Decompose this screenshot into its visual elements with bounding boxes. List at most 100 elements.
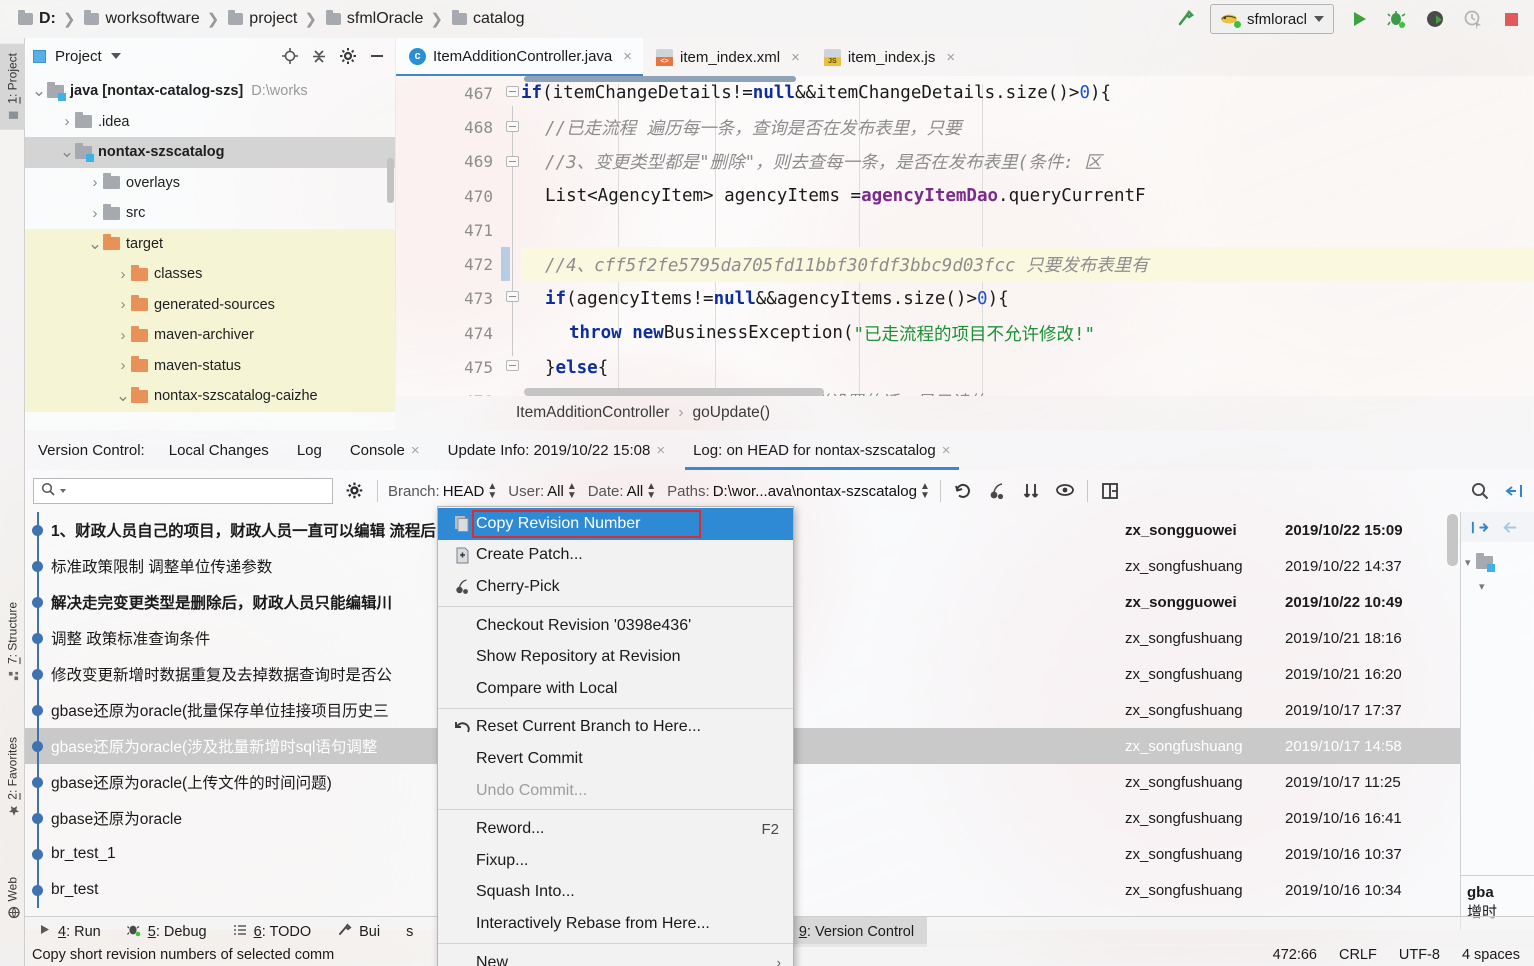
search-icon[interactable] bbox=[1468, 479, 1492, 503]
vcs-tab[interactable]: Local Changes bbox=[155, 430, 283, 470]
code-line[interactable]: if (agencyItems!= null &&agencyItems.size()… bbox=[521, 282, 1534, 316]
project-tree-row[interactable]: › overlays bbox=[25, 168, 395, 199]
menu-item-interactively-rebase-from-here[interactable]: Interactively Rebase from Here... bbox=[438, 908, 793, 940]
editor-breadcrumb-item[interactable]: goUpdate() bbox=[693, 404, 771, 422]
log-filter-date[interactable]: Date: All ▲ ▼ bbox=[588, 482, 656, 501]
spinner-icon[interactable]: ▲ ▼ bbox=[567, 482, 577, 501]
chevron-down-icon[interactable] bbox=[1314, 16, 1324, 22]
settings-gear-icon[interactable] bbox=[338, 46, 358, 66]
close-icon[interactable]: × bbox=[791, 49, 800, 66]
close-icon[interactable]: × bbox=[623, 48, 632, 65]
details-file-tree[interactable]: ▾ ▾ bbox=[1461, 542, 1534, 875]
collapse-all-icon[interactable] bbox=[309, 46, 329, 66]
bottom-tool-button-todo[interactable]: 6: TODO bbox=[220, 917, 325, 947]
tool-tab-favorites[interactable]: 2: Favorites bbox=[0, 728, 25, 826]
project-tree-row[interactable]: › src bbox=[25, 198, 395, 229]
project-tree-row[interactable]: › maven-archiver bbox=[25, 320, 395, 351]
chevron-down-icon[interactable]: ⌄ bbox=[87, 234, 103, 254]
menu-item-cherry-pick[interactable]: Cherry-Pick bbox=[438, 571, 793, 603]
editor-tab[interactable]: item_index.xml × bbox=[643, 38, 811, 76]
spinner-icon[interactable]: ▲ ▼ bbox=[646, 482, 656, 501]
chevron-right-icon[interactable]: › bbox=[87, 205, 103, 222]
fold-marker[interactable] bbox=[506, 291, 519, 302]
breadcrumb-item[interactable]: catalog bbox=[451, 10, 525, 28]
bottom-tool-button-run[interactable]: 4: Run bbox=[25, 917, 114, 947]
spinner-icon[interactable]: ▲ ▼ bbox=[920, 482, 930, 501]
menu-item-new[interactable]: New › bbox=[438, 947, 793, 966]
menu-item-fixup[interactable]: Fixup... bbox=[438, 845, 793, 877]
log-filter-user[interactable]: User: All ▲ ▼ bbox=[508, 482, 577, 501]
project-scrollbar[interactable] bbox=[387, 158, 394, 203]
back-arrow-icon[interactable] bbox=[1497, 515, 1521, 539]
bottom-tool-button-bui[interactable]: Bui bbox=[324, 917, 393, 947]
settings-gear-icon[interactable] bbox=[343, 479, 367, 503]
vcs-tab[interactable]: Update Info: 2019/10/22 15:08 × bbox=[434, 430, 679, 470]
code-line[interactable]: //3、变更类型都是"删除"，则去查每一条，是否在发布表里(条件: 区 bbox=[521, 145, 1534, 179]
search-history-chevron-icon[interactable] bbox=[60, 489, 66, 493]
close-icon[interactable]: × bbox=[656, 442, 665, 459]
code-line[interactable]: throw new BusinessException("已走流程的项目不允许修… bbox=[521, 316, 1534, 350]
breadcrumb-item[interactable]: D: bbox=[18, 10, 56, 28]
code-line[interactable]: if (itemChangeDetails!= null &&itemChangeDe… bbox=[521, 76, 1534, 110]
tool-tab-web[interactable]: Web bbox=[0, 868, 25, 927]
indent-setting[interactable]: 4 spaces bbox=[1462, 947, 1520, 963]
expand-icon[interactable] bbox=[1098, 479, 1122, 503]
code-editor[interactable]: 467468469470471472473474475476 if(itemCh… bbox=[396, 76, 1534, 396]
run-configuration-selector[interactable]: sfmloracl bbox=[1209, 4, 1334, 34]
project-tree[interactable]: ⌄ java [nontax-catalog-szs] D:\works › .idea… bbox=[25, 74, 395, 430]
chevron-right-icon[interactable]: › bbox=[115, 327, 131, 344]
run-with-coverage-icon[interactable] bbox=[1422, 6, 1448, 32]
file-encoding[interactable]: UTF-8 bbox=[1399, 947, 1440, 963]
menu-item-revert-commit[interactable]: Revert Commit bbox=[438, 743, 793, 775]
menu-item-compare-with-local[interactable]: Compare with Local bbox=[438, 673, 793, 705]
breadcrumb-item[interactable]: project bbox=[228, 10, 297, 28]
spinner-icon[interactable]: ▲ ▼ bbox=[487, 482, 497, 501]
project-tree-row[interactable]: ⌄ nontax-szscatalog-caizhe bbox=[25, 381, 395, 412]
editor-tab[interactable]: c ItemAdditionController.java × bbox=[396, 38, 644, 76]
menu-item-checkout-revision-0398e436[interactable]: Checkout Revision '0398e436' bbox=[438, 610, 793, 642]
editor-horizontal-scrollbar[interactable] bbox=[524, 388, 824, 396]
menu-item-squash-into[interactable]: Squash Into... bbox=[438, 877, 793, 909]
bottom-tool-button-debug[interactable]: 5: Debug bbox=[114, 917, 220, 947]
collapse-details-icon[interactable] bbox=[1467, 515, 1491, 539]
chevron-down-icon[interactable]: ⌄ bbox=[31, 81, 47, 101]
menu-item-show-repository-at-revision[interactable]: Show Repository at Revision bbox=[438, 641, 793, 673]
menu-item-reset-current-branch-to-here[interactable]: Reset Current Branch to Here... bbox=[438, 712, 793, 744]
chevron-right-icon[interactable]: › bbox=[115, 357, 131, 374]
code-line[interactable]: //4、cff5f2fe5795da705fd11bbf30fdf3bbc9d0… bbox=[521, 247, 1534, 282]
fold-marker[interactable] bbox=[506, 156, 519, 167]
close-icon[interactable]: × bbox=[942, 442, 951, 459]
profiler-icon[interactable] bbox=[1460, 6, 1486, 32]
chevron-right-icon[interactable]: › bbox=[115, 296, 131, 313]
menu-item-reword[interactable]: Reword... F2 bbox=[438, 813, 793, 845]
stop-icon[interactable] bbox=[1498, 6, 1524, 32]
close-icon[interactable]: × bbox=[411, 442, 420, 459]
project-tree-row[interactable]: › maven-status bbox=[25, 350, 395, 381]
code-line[interactable]: //已走流程 遍历每一条，查询是否在发布表里，只要 bbox=[521, 110, 1534, 144]
caret-position[interactable]: 472:66 bbox=[1273, 947, 1317, 963]
code-line[interactable]: List<AgencyItem> agencyItems = agencyIte… bbox=[521, 179, 1534, 213]
run-icon[interactable] bbox=[1346, 6, 1372, 32]
editor-breadcrumb-item[interactable]: ItemAdditionController bbox=[516, 404, 669, 422]
locate-icon[interactable] bbox=[280, 46, 300, 66]
project-tree-row[interactable]: › classes bbox=[25, 259, 395, 290]
vcs-tab[interactable]: Console × bbox=[336, 430, 434, 470]
fold-marker[interactable] bbox=[506, 360, 519, 371]
menu-item-create-patch[interactable]: Create Patch... bbox=[438, 540, 793, 572]
details-tree-row[interactable]: ▾ bbox=[1465, 550, 1530, 574]
log-filter-paths[interactable]: Paths: D:\wor...ava\nontax-szscatalog ▲ ▼ bbox=[667, 482, 930, 501]
details-tree-row[interactable]: ▾ bbox=[1465, 574, 1530, 598]
refresh-icon[interactable] bbox=[951, 479, 975, 503]
code-text[interactable]: if (itemChangeDetails!= null &&itemChangeDe… bbox=[521, 76, 1534, 396]
chevron-down-icon[interactable]: ⌄ bbox=[59, 142, 75, 162]
tool-tab-project[interactable]: 1: Project bbox=[0, 44, 25, 130]
hammer-icon[interactable] bbox=[1172, 6, 1198, 32]
close-icon[interactable]: × bbox=[946, 49, 955, 66]
hide-icon[interactable] bbox=[367, 46, 387, 66]
project-tree-row[interactable]: ⌄ java [nontax-catalog-szs] D:\works bbox=[25, 76, 395, 107]
vcs-tab[interactable]: Log bbox=[283, 430, 336, 470]
bottom-tool-button-s[interactable]: s bbox=[393, 917, 426, 947]
chevron-right-icon[interactable]: › bbox=[115, 266, 131, 283]
editor-breadcrumb[interactable]: ItemAdditionController › goUpdate() bbox=[396, 396, 1534, 430]
commit-context-menu[interactable]: Copy Revision Number Create Patch... Cherr… bbox=[437, 506, 794, 966]
